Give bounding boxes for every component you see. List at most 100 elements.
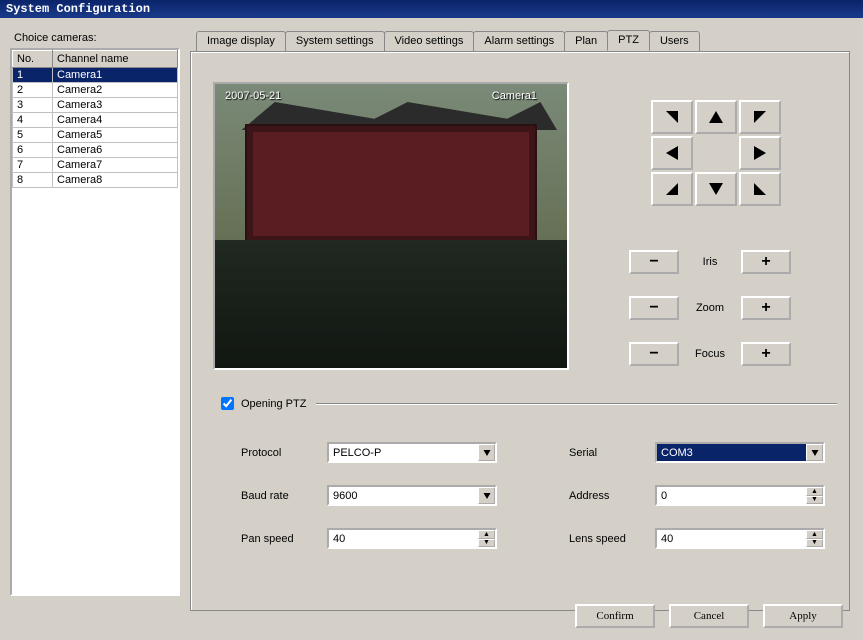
baud-value: 9600 (329, 487, 478, 504)
camera-preview: 2007-05-21 Camera1 (213, 82, 569, 370)
tab-plan[interactable]: Plan (564, 31, 608, 52)
spinner-up-icon[interactable]: ▲ (478, 530, 495, 539)
overlay-camera: Camera1 (492, 90, 537, 102)
camera-name: Camera6 (53, 143, 178, 158)
arrow-down-right-icon (754, 183, 766, 195)
ptz-center-empty (695, 136, 737, 170)
arrow-up-left-icon (666, 111, 678, 123)
camera-name: Camera2 (53, 83, 178, 98)
tab-users[interactable]: Users (649, 31, 700, 52)
baud-label: Baud rate (241, 490, 321, 502)
arrow-right-icon (754, 146, 766, 160)
spinner-down-icon[interactable]: ▼ (806, 539, 823, 548)
dropdown-icon[interactable] (478, 444, 495, 461)
tab-panel-ptz: 2007-05-21 Camera1 − Iris + − (190, 51, 850, 611)
window-title: System Configuration (6, 2, 150, 16)
panspeed-label: Pan speed (241, 533, 321, 545)
lensspeed-field[interactable]: 40 ▲ ▼ (655, 528, 825, 549)
table-row[interactable]: 4Camera4 (13, 113, 178, 128)
protocol-value: PELCO-P (329, 444, 478, 461)
camera-name: Camera3 (53, 98, 178, 113)
lensspeed-label: Lens speed (569, 533, 649, 545)
focus-minus-button[interactable]: − (629, 342, 679, 366)
spinner-up-icon[interactable]: ▲ (806, 530, 823, 539)
tab-video-settings[interactable]: Video settings (384, 31, 475, 52)
ptz-right-button[interactable] (739, 136, 781, 170)
opening-ptz-label: Opening PTZ (241, 398, 306, 410)
camera-no: 2 (13, 83, 53, 98)
serial-value: COM3 (657, 444, 806, 461)
apply-button[interactable]: Apply (763, 604, 843, 628)
tab-image-display[interactable]: Image display (196, 31, 286, 52)
arrow-left-icon (666, 146, 678, 160)
table-row[interactable]: 7Camera7 (13, 158, 178, 173)
table-row[interactable]: 2Camera2 (13, 83, 178, 98)
camera-list[interactable]: No. Channel name 1Camera12Camera23Camera… (10, 48, 180, 596)
ptz-down-left-button[interactable] (651, 172, 693, 206)
opening-ptz-input[interactable] (221, 397, 234, 410)
tabstrip: Image displaySystem settingsVideo settin… (190, 30, 850, 611)
confirm-button[interactable]: Confirm (575, 604, 655, 628)
address-value: 0 (657, 487, 806, 504)
table-row[interactable]: 1Camera1 (13, 68, 178, 83)
panspeed-value: 40 (329, 530, 478, 547)
camera-no: 8 (13, 173, 53, 188)
camera-name: Camera8 (53, 173, 178, 188)
camera-no: 5 (13, 128, 53, 143)
spinner-up-icon[interactable]: ▲ (806, 487, 823, 496)
address-field[interactable]: 0 ▲ ▼ (655, 485, 825, 506)
table-row[interactable]: 8Camera8 (13, 173, 178, 188)
camera-no: 3 (13, 98, 53, 113)
address-label: Address (569, 490, 649, 502)
camera-name: Camera7 (53, 158, 178, 173)
ptz-up-button[interactable] (695, 100, 737, 134)
overlay-date: 2007-05-21 (225, 90, 281, 102)
separator-line (316, 403, 837, 405)
ptz-direction-pad (651, 100, 781, 206)
opening-ptz-checkbox[interactable]: Opening PTZ (217, 394, 306, 413)
ptz-left-button[interactable] (651, 136, 693, 170)
focus-plus-button[interactable]: + (741, 342, 791, 366)
table-row[interactable]: 6Camera6 (13, 143, 178, 158)
serial-label: Serial (569, 447, 649, 459)
zoom-plus-button[interactable]: + (741, 296, 791, 320)
col-header-no[interactable]: No. (13, 51, 53, 68)
window-titlebar: System Configuration (0, 0, 863, 18)
protocol-combo[interactable]: PELCO-P (327, 442, 497, 463)
camera-name: Camera1 (53, 68, 178, 83)
tab-alarm-settings[interactable]: Alarm settings (473, 31, 565, 52)
ptz-up-right-button[interactable] (739, 100, 781, 134)
tab-ptz[interactable]: PTZ (607, 30, 650, 51)
dropdown-icon[interactable] (478, 487, 495, 504)
iris-plus-button[interactable]: + (741, 250, 791, 274)
plus-icon: + (761, 253, 770, 271)
spinner-down-icon[interactable]: ▼ (478, 539, 495, 548)
dropdown-icon[interactable] (806, 444, 823, 461)
camera-name: Camera5 (53, 128, 178, 143)
arrow-up-right-icon (754, 111, 766, 123)
arrow-down-icon (709, 183, 723, 195)
ptz-down-button[interactable] (695, 172, 737, 206)
spinner-down-icon[interactable]: ▼ (806, 496, 823, 505)
col-header-name[interactable]: Channel name (53, 51, 178, 68)
choice-cameras-label: Choice cameras: (14, 32, 97, 44)
panspeed-field[interactable]: 40 ▲ ▼ (327, 528, 497, 549)
lensspeed-value: 40 (657, 530, 806, 547)
zoom-label: Zoom (687, 302, 733, 314)
iris-minus-button[interactable]: − (629, 250, 679, 274)
tab-system-settings[interactable]: System settings (285, 31, 385, 52)
zoom-minus-button[interactable]: − (629, 296, 679, 320)
table-row[interactable]: 5Camera5 (13, 128, 178, 143)
ptz-up-left-button[interactable] (651, 100, 693, 134)
camera-no: 6 (13, 143, 53, 158)
ptz-down-right-button[interactable] (739, 172, 781, 206)
baud-combo[interactable]: 9600 (327, 485, 497, 506)
cancel-button[interactable]: Cancel (669, 604, 749, 628)
serial-combo[interactable]: COM3 (655, 442, 825, 463)
camera-name: Camera4 (53, 113, 178, 128)
iris-label: Iris (687, 256, 733, 268)
table-row[interactable]: 3Camera3 (13, 98, 178, 113)
minus-icon: − (649, 253, 658, 271)
plus-icon: + (761, 299, 770, 317)
camera-no: 4 (13, 113, 53, 128)
